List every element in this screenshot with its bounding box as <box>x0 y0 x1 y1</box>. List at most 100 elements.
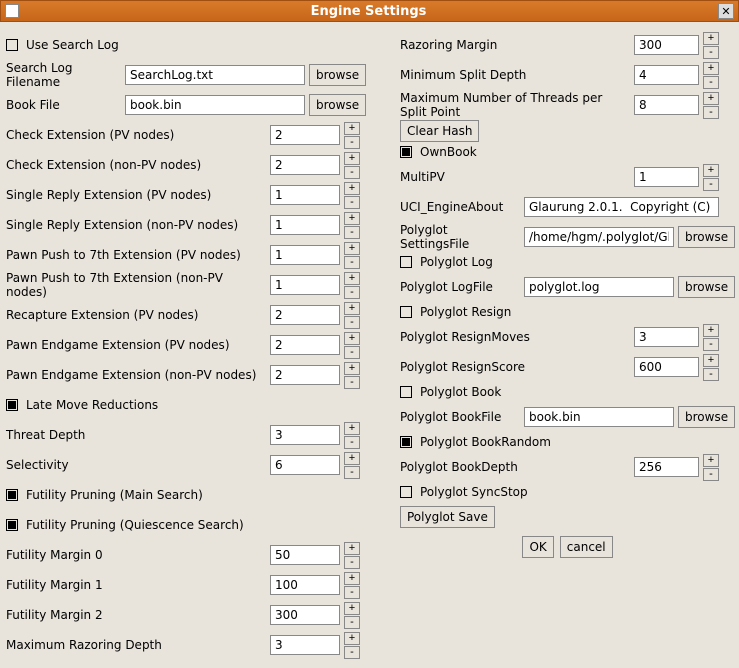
poly-resign-checkbox[interactable] <box>400 306 412 318</box>
max-raz-depth-up-button[interactable]: + <box>344 632 360 645</box>
razoring-margin-input[interactable] <box>634 35 699 55</box>
pawn-push-nonpv-input[interactable] <box>270 275 340 295</box>
pawn-push-nonpv-up-button[interactable]: + <box>344 272 360 285</box>
use-search-log-checkbox[interactable] <box>6 39 18 51</box>
ownbook-checkbox[interactable] <box>400 146 412 158</box>
poly-resign-score-up-button[interactable]: + <box>703 354 719 367</box>
pawn-push-pv-down-button[interactable]: - <box>344 256 360 269</box>
fut-margin-1-down-button[interactable]: - <box>344 586 360 599</box>
poly-book-checkbox[interactable] <box>400 386 412 398</box>
recapture-pv-input[interactable] <box>270 305 340 325</box>
pawn-push-pv-label: Pawn Push to 7th Extension (PV nodes) <box>6 248 266 262</box>
min-split-depth-input[interactable] <box>634 65 699 85</box>
poly-log-file-input[interactable] <box>524 277 674 297</box>
pawn-endgame-pv-input[interactable] <box>270 335 340 355</box>
fut-margin-0-input[interactable] <box>270 545 340 565</box>
threat-depth-up-button[interactable]: + <box>344 422 360 435</box>
poly-resign-score-down-button[interactable]: - <box>703 368 719 381</box>
poly-book-depth-input[interactable] <box>634 457 699 477</box>
check-ext-pv-label: Check Extension (PV nodes) <box>6 128 266 142</box>
check-ext-nonpv-down-button[interactable]: - <box>344 166 360 179</box>
fut-margin-0-up-button[interactable]: + <box>344 542 360 555</box>
search-log-filename-input[interactable] <box>125 65 305 85</box>
poly-settings-file-input[interactable] <box>524 227 674 247</box>
book-file-input[interactable] <box>125 95 305 115</box>
poly-settings-file-label: Polyglot SettingsFile <box>400 223 520 251</box>
pawn-endgame-nonpv-input[interactable] <box>270 365 340 385</box>
check-ext-pv-down-button[interactable]: - <box>344 136 360 149</box>
selectivity-input[interactable] <box>270 455 340 475</box>
fut-margin-2-down-button[interactable]: - <box>344 616 360 629</box>
selectivity-down-button[interactable]: - <box>344 466 360 479</box>
futility-quies-checkbox[interactable] <box>6 519 18 531</box>
poly-book-random-checkbox[interactable] <box>400 436 412 448</box>
max-threads-down-button[interactable]: - <box>703 106 719 119</box>
max-raz-depth-down-button[interactable]: - <box>344 646 360 659</box>
threat-depth-down-button[interactable]: - <box>344 436 360 449</box>
futility-main-checkbox[interactable] <box>6 489 18 501</box>
multipv-down-button[interactable]: - <box>703 178 719 191</box>
fut-margin-2-input[interactable] <box>270 605 340 625</box>
recapture-pv-up-button[interactable]: + <box>344 302 360 315</box>
recapture-pv-down-button[interactable]: - <box>344 316 360 329</box>
pawn-endgame-pv-down-button[interactable]: - <box>344 346 360 359</box>
poly-book-depth-up-button[interactable]: + <box>703 454 719 467</box>
poly-syncstop-checkbox[interactable] <box>400 486 412 498</box>
poly-settings-file-browse-button[interactable]: browse <box>678 226 735 248</box>
max-raz-depth-input[interactable] <box>270 635 340 655</box>
poly-resign-score-input[interactable] <box>634 357 699 377</box>
pawn-endgame-nonpv-down-button[interactable]: - <box>344 376 360 389</box>
poly-book-depth-down-button[interactable]: - <box>703 468 719 481</box>
max-threads-up-button[interactable]: + <box>703 92 719 105</box>
check-ext-nonpv-label: Check Extension (non-PV nodes) <box>6 158 266 172</box>
single-reply-pv-up-button[interactable]: + <box>344 182 360 195</box>
min-split-depth-up-button[interactable]: + <box>703 62 719 75</box>
poly-book-file-browse-button[interactable]: browse <box>678 406 735 428</box>
max-threads-label: Maximum Number of Threads per Split Poin… <box>400 91 630 119</box>
single-reply-nonpv-up-button[interactable]: + <box>344 212 360 225</box>
poly-book-file-input[interactable] <box>524 407 674 427</box>
poly-log-file-browse-button[interactable]: browse <box>678 276 735 298</box>
razoring-margin-down-button[interactable]: - <box>703 46 719 59</box>
pawn-push-pv-up-button[interactable]: + <box>344 242 360 255</box>
multipv-up-button[interactable]: + <box>703 164 719 177</box>
multipv-input[interactable] <box>634 167 699 187</box>
pawn-push-nonpv-down-button[interactable]: - <box>344 286 360 299</box>
late-move-reductions-checkbox[interactable] <box>6 399 18 411</box>
max-raz-depth-label: Maximum Razoring Depth <box>6 638 266 652</box>
fut-margin-2-up-button[interactable]: + <box>344 602 360 615</box>
poly-log-checkbox[interactable] <box>400 256 412 268</box>
fut-margin-1-input[interactable] <box>270 575 340 595</box>
selectivity-label: Selectivity <box>6 458 266 472</box>
pawn-endgame-pv-up-button[interactable]: + <box>344 332 360 345</box>
cancel-button[interactable]: cancel <box>560 536 613 558</box>
ok-button[interactable]: OK <box>522 536 553 558</box>
single-reply-pv-down-button[interactable]: - <box>344 196 360 209</box>
search-log-browse-button[interactable]: browse <box>309 64 366 86</box>
check-ext-pv-up-button[interactable]: + <box>344 122 360 135</box>
check-ext-nonpv-input[interactable] <box>270 155 340 175</box>
razoring-margin-up-button[interactable]: + <box>703 32 719 45</box>
poly-resign-moves-input[interactable] <box>634 327 699 347</box>
poly-save-button[interactable]: Polyglot Save <box>400 506 495 528</box>
threat-depth-input[interactable] <box>270 425 340 445</box>
check-ext-nonpv-up-button[interactable]: + <box>344 152 360 165</box>
selectivity-up-button[interactable]: + <box>344 452 360 465</box>
single-reply-nonpv-input[interactable] <box>270 215 340 235</box>
pawn-push-pv-input[interactable] <box>270 245 340 265</box>
poly-resign-moves-down-button[interactable]: - <box>703 338 719 351</box>
fut-margin-1-up-button[interactable]: + <box>344 572 360 585</box>
single-reply-nonpv-down-button[interactable]: - <box>344 226 360 239</box>
check-ext-pv-input[interactable] <box>270 125 340 145</box>
threat-depth-label: Threat Depth <box>6 428 266 442</box>
fut-margin-0-down-button[interactable]: - <box>344 556 360 569</box>
pawn-endgame-nonpv-up-button[interactable]: + <box>344 362 360 375</box>
single-reply-pv-input[interactable] <box>270 185 340 205</box>
min-split-depth-down-button[interactable]: - <box>703 76 719 89</box>
single-reply-pv-label: Single Reply Extension (PV nodes) <box>6 188 266 202</box>
close-button[interactable]: ✕ <box>718 3 734 19</box>
clear-hash-button[interactable]: Clear Hash <box>400 120 479 142</box>
poly-resign-moves-up-button[interactable]: + <box>703 324 719 337</box>
max-threads-input[interactable] <box>634 95 699 115</box>
book-file-browse-button[interactable]: browse <box>309 94 366 116</box>
